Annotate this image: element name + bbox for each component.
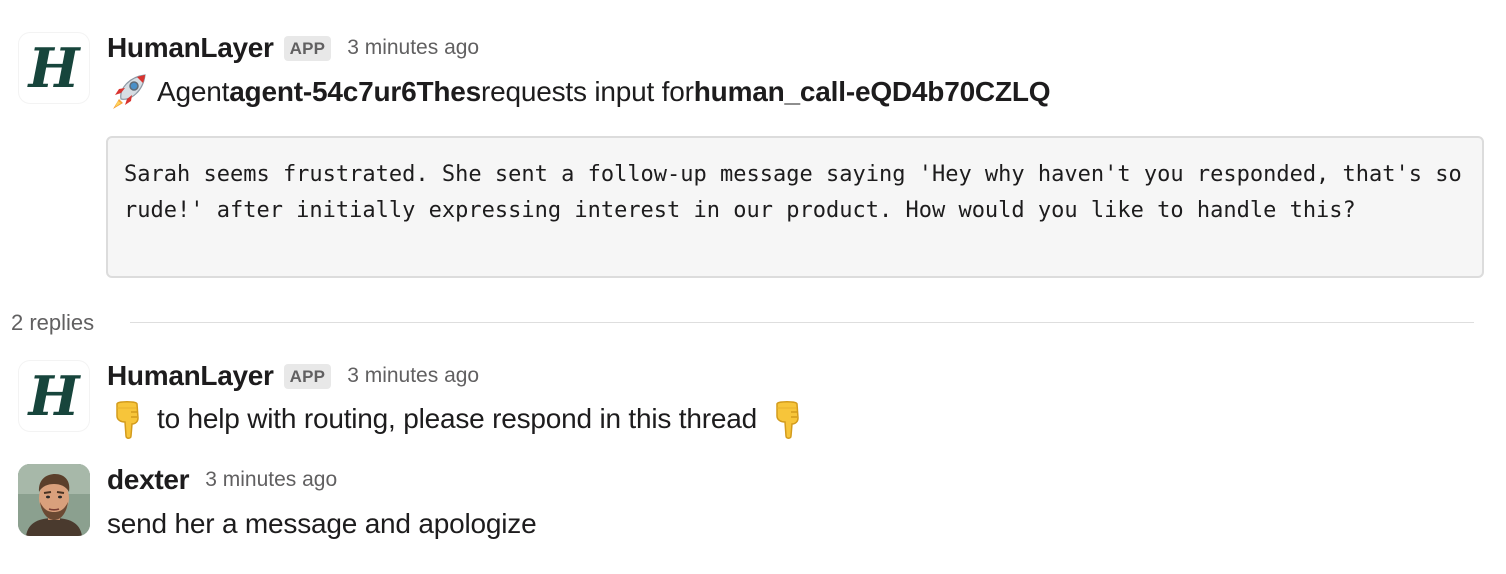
message-header: dexter 3 minutes ago [107, 462, 337, 498]
message-text-part: requests input for [481, 76, 694, 107]
message-text: to help with routing, please respond in … [107, 399, 809, 439]
user-avatar-photo [18, 464, 90, 536]
thread-replies-separator: 2 replies [0, 306, 1506, 340]
message-text: Agent agent-54c7ur6Thes requests input f… [107, 72, 1051, 112]
message-timestamp[interactable]: 3 minutes ago [205, 468, 337, 492]
rocket-icon [113, 74, 146, 109]
humanlayer-logo-icon: H [28, 364, 80, 428]
code-block: Sarah seems frustrated. She sent a follo… [106, 136, 1484, 278]
message-header: HumanLayer APP 3 minutes ago [107, 358, 479, 394]
message-timestamp[interactable]: 3 minutes ago [347, 36, 479, 60]
divider [130, 322, 1474, 323]
humanlayer-avatar[interactable]: H [18, 32, 90, 104]
message-header: HumanLayer APP 3 minutes ago [107, 30, 479, 66]
sender-name[interactable]: dexter [107, 464, 190, 496]
human-call-id: human_call-eQD4b70CZLQ [693, 76, 1051, 107]
humanlayer-avatar[interactable]: H [18, 360, 90, 432]
humanlayer-logo-icon: H [28, 36, 80, 100]
app-badge: APP [283, 363, 332, 389]
sender-name[interactable]: HumanLayer [107, 32, 274, 64]
replies-count: 2 replies [11, 310, 95, 335]
agent-id: agent-54c7ur6Thes [229, 76, 482, 107]
sender-name[interactable]: HumanLayer [107, 360, 274, 392]
message-text-part: to help with routing, please respond in … [157, 403, 757, 434]
app-badge: APP [283, 35, 332, 61]
message-text-part: Agent [157, 76, 230, 107]
pointing-down-icon [116, 401, 139, 439]
message-text: send her a message and apologize [107, 508, 537, 539]
message-timestamp[interactable]: 3 minutes ago [347, 364, 479, 388]
pointing-down-icon [776, 401, 799, 439]
avatar[interactable] [18, 464, 90, 536]
